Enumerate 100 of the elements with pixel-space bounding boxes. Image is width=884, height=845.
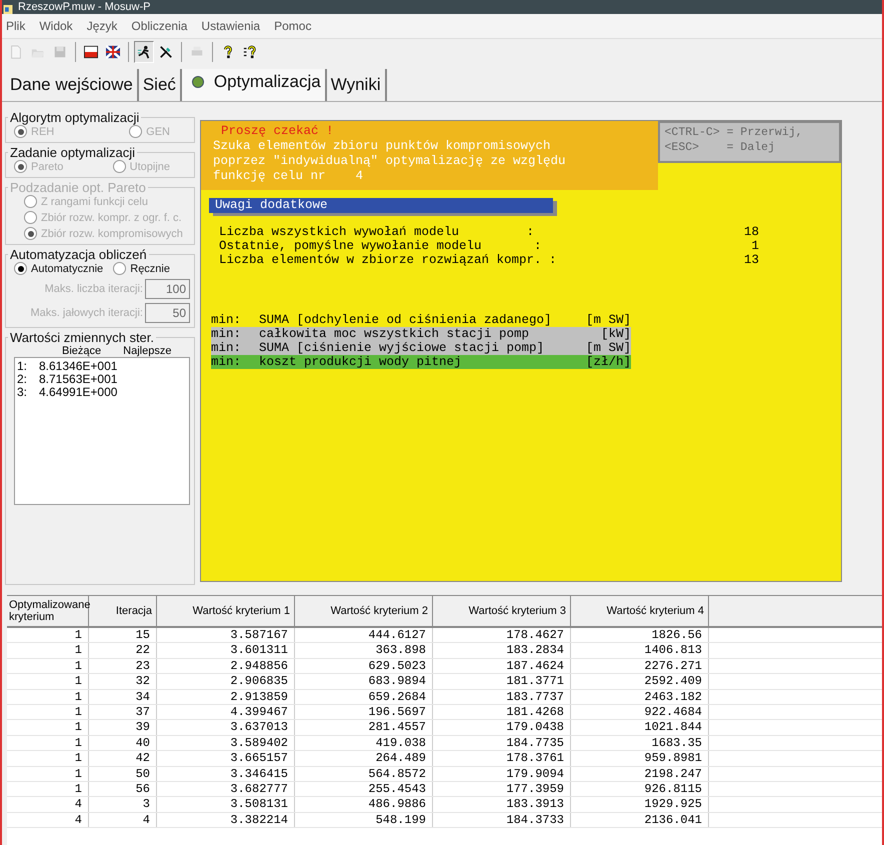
table-cell: 564.8572 (295, 766, 433, 781)
notes-header: Uwagi dodatkowe (209, 198, 553, 213)
table-cell: 4 (7, 797, 89, 812)
table-cell: 659.2684 (295, 690, 433, 704)
menu-item[interactable]: Język (86, 19, 118, 33)
table-cell: 1683.35 (571, 736, 709, 750)
column-header[interactable]: Optymalizowane kryterium (7, 596, 89, 626)
column-header[interactable]: Wartość kryterium 1 (157, 596, 295, 626)
radio-label: Zbiór rozw. kompr. z ogr. f. c. (41, 212, 182, 224)
radio-label: Zbiór rozw. kompromisowych (41, 228, 183, 240)
table-cell: 419.038 (295, 736, 433, 750)
table-cell: 177.3959 (433, 782, 571, 796)
column-header[interactable]: Wartość kryterium 3 (433, 596, 571, 626)
message-line: funkcję celu nr 4 (213, 169, 364, 184)
radio-label: GEN (146, 126, 170, 138)
table-cell: 3.601311 (157, 643, 295, 658)
table-cell: 1826.56 (571, 628, 709, 642)
message-line: Szuka elementów zbioru punktów kompromisowych (213, 139, 552, 154)
message-line: poprzez "indywidualną" optymalizację ze względu (213, 154, 567, 169)
table-cell: 3.382214 (157, 812, 295, 828)
table-cell: 1 (7, 782, 89, 796)
radio-label: Utopijne (130, 160, 170, 172)
column-header: Najlepsze (123, 345, 172, 357)
table-cell: 50 (89, 766, 157, 781)
group-title: Algorytm optymalizacji (9, 110, 140, 125)
table-cell: 42 (89, 751, 157, 766)
table-cell: 3.587167 (157, 628, 295, 642)
table-cell: 32 (89, 674, 157, 689)
table-cell: 2.913859 (157, 690, 295, 704)
table-cell: 4.399467 (157, 704, 295, 720)
column-header[interactable]: Wartość kryterium 4 (571, 596, 709, 626)
radio-label: Z rangami funkcji celu (41, 196, 148, 208)
table-cell: 181.3771 (433, 674, 571, 689)
menu-item[interactable]: Obliczenia (131, 19, 188, 33)
list-index: 1: (17, 360, 28, 373)
table-cell: 959.8981 (571, 751, 709, 766)
table-cell: 183.3913 (433, 797, 571, 812)
table-cell: 363.898 (295, 643, 433, 658)
key-hint: <ESC> = Dalej (664, 140, 776, 155)
menu-item[interactable]: Pomoc (274, 19, 312, 33)
table-cell: 1 (7, 690, 89, 704)
list-value: 4.64991E+000 (39, 386, 118, 399)
table-cell: 2463.182 (571, 690, 709, 704)
table-cell: 2276.271 (571, 658, 709, 674)
table-cell: 39 (89, 720, 157, 735)
table-cell: 444.6127 (295, 628, 433, 642)
column-header[interactable]: Wartość kryterium 2 (295, 596, 433, 626)
table-cell: 37 (89, 704, 157, 720)
table-cell: 40 (89, 736, 157, 750)
table-cell: 486.9886 (295, 797, 433, 812)
group-title: Automatyzacja obliczeń (9, 247, 148, 262)
table-cell: 183.7737 (433, 690, 571, 704)
table-cell: 15 (89, 628, 157, 642)
list-index: 2: (17, 373, 28, 386)
radio-label: Ręcznie (130, 262, 170, 274)
table-cell: 1 (7, 643, 89, 658)
column-header: Bieżące (62, 345, 102, 357)
menu-item[interactable]: Widok (39, 19, 73, 33)
objective-line: min: SUMA [odchylenie od ciśnienia zadanego] [m SW] (211, 313, 631, 327)
radio-label: Automatycznie (31, 262, 104, 274)
menu-item[interactable]: Ustawienia (201, 19, 260, 33)
group-title: Podzadanie opt. Pareto (9, 180, 147, 195)
table-cell: 184.3733 (433, 812, 571, 828)
table-cell: 178.3761 (433, 751, 571, 766)
tab[interactable]: Optymalizacja (182, 69, 327, 101)
table-cell: 1 (7, 658, 89, 674)
table-cell: 179.9094 (433, 766, 571, 781)
column-header[interactable]: Iteracja (89, 596, 157, 626)
table-cell: 1406.813 (571, 643, 709, 658)
table-cell: 3.508131 (157, 797, 295, 812)
runner-icon[interactable] (134, 41, 154, 63)
list-value: 8.61346E+001 (39, 360, 118, 373)
table-cell: 1 (7, 674, 89, 689)
table-cell: 1 (7, 751, 89, 766)
table-cell: 179.0438 (433, 720, 571, 735)
table-cell: 683.9894 (295, 674, 433, 689)
table-cell: 187.4624 (433, 658, 571, 674)
table-cell: 264.489 (295, 751, 433, 766)
table-cell: 23 (89, 658, 157, 674)
table-cell: 926.8115 (571, 782, 709, 796)
table-cell: 56 (89, 782, 157, 796)
stat-value: 1 (751, 239, 759, 253)
table-cell: 255.4543 (295, 782, 433, 796)
stat-label: Liczba elementów w zbiorze rozwiązań kompr. : (219, 253, 557, 267)
table-cell: 548.199 (295, 812, 433, 828)
table-cell: 4 (7, 812, 89, 828)
list-value: 8.71563E+001 (39, 373, 118, 386)
radio-button[interactable] (113, 262, 126, 275)
table-cell: 2198.247 (571, 766, 709, 781)
field-label: Maks. jałowych iteracji: (30, 307, 143, 319)
table-cell: 1 (7, 736, 89, 750)
menu-item[interactable]: Plik (6, 19, 26, 33)
radio-button[interactable] (14, 262, 27, 275)
table-cell: 1929.925 (571, 797, 709, 812)
table-cell: 181.4268 (433, 704, 571, 720)
table-cell: 3 (89, 797, 157, 812)
stat-value: 18 (744, 225, 759, 239)
table-cell: 4 (89, 812, 157, 828)
group-title: Wartości zmiennych ster. (9, 330, 156, 345)
stat-label: Ostatnie, pomyślne wywołanie modelu : (219, 239, 542, 253)
